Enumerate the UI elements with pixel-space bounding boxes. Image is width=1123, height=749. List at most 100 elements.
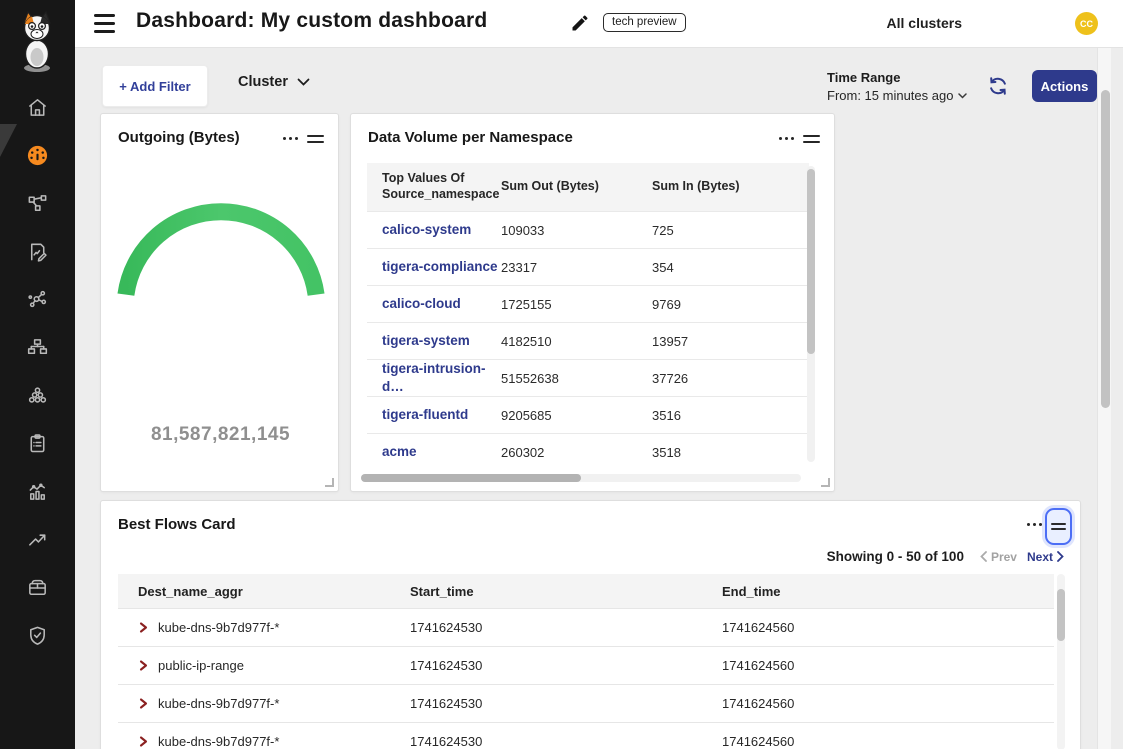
sum-in-value: 3516 xyxy=(652,408,809,423)
workloads-icon[interactable] xyxy=(0,383,75,407)
sum-out-value: 109033 xyxy=(501,223,652,238)
table-row: calico-cloud 1725155 9769 xyxy=(367,285,809,322)
dest-name: public-ip-range xyxy=(158,658,244,673)
table-row: kube-dns-9b7d977f-* 1741624530 174162456… xyxy=(118,722,1054,749)
table-row: tigera-compliance 23317 354 xyxy=(367,248,809,285)
gauge-arc xyxy=(101,114,340,414)
card-title: Data Volume per Namespace xyxy=(368,129,573,146)
dashboard-gauge-icon[interactable] xyxy=(0,143,75,167)
sum-in-value: 13957 xyxy=(652,334,809,349)
chevron-down-icon xyxy=(297,78,310,86)
edit-pencil-icon[interactable] xyxy=(570,13,590,33)
table-row: kube-dns-9b7d977f-* 1741624530 174162456… xyxy=(118,608,1054,646)
sidebar xyxy=(0,0,75,749)
dest-name: kube-dns-9b7d977f-* xyxy=(158,620,279,635)
data-volume-card: Data Volume per Namespace Top Values Of … xyxy=(350,113,835,492)
scrollbar-thumb[interactable] xyxy=(361,474,581,482)
card-title: Best Flows Card xyxy=(118,516,236,533)
outgoing-bytes-card: Outgoing (Bytes) 81,587,821,145 xyxy=(100,113,339,492)
avatar[interactable]: CC xyxy=(1075,12,1098,35)
compliance-clipboard-icon[interactable] xyxy=(0,431,75,455)
add-filter-button[interactable]: + Add Filter xyxy=(102,65,208,107)
page-scrollbar[interactable] xyxy=(1097,48,1111,749)
scrollbar-thumb[interactable] xyxy=(1057,589,1065,641)
topbar: Dashboard: My custom dashboard tech prev… xyxy=(75,0,1123,48)
start-time: 1741624530 xyxy=(410,658,722,673)
expand-chevron-icon[interactable] xyxy=(138,660,149,671)
calico-cat-logo[interactable] xyxy=(15,10,59,74)
table-row: public-ip-range 1741624530 1741624560 xyxy=(118,646,1054,684)
sum-out-value: 4182510 xyxy=(501,334,652,349)
namespace-link[interactable]: acme xyxy=(382,444,417,459)
table-row: tigera-intrusion-d… 51552638 37726 xyxy=(367,359,809,396)
sum-out-value: 23317 xyxy=(501,260,652,275)
dest-name: kube-dns-9b7d977f-* xyxy=(158,734,279,749)
resize-handle[interactable] xyxy=(325,478,334,487)
card-menu-icon[interactable] xyxy=(779,137,794,140)
resize-handle[interactable] xyxy=(821,478,830,487)
trending-icon[interactable] xyxy=(0,527,75,551)
prev-button[interactable]: Prev xyxy=(980,550,1017,564)
end-time: 1741624560 xyxy=(722,734,1054,749)
showing-count: Showing 0 - 50 of 100 xyxy=(827,549,964,564)
threat-graph-icon[interactable] xyxy=(0,287,75,311)
expand-chevron-icon[interactable] xyxy=(138,622,149,633)
chevron-left-icon xyxy=(980,551,987,562)
packages-icon[interactable] xyxy=(0,575,75,599)
namespace-link[interactable]: tigera-fluentd xyxy=(382,407,468,422)
home-icon[interactable] xyxy=(0,95,75,119)
table-header-row: Dest_name_aggr Start_time End_time xyxy=(118,574,1054,608)
sum-out-value: 51552638 xyxy=(501,371,652,386)
sum-in-value: 9769 xyxy=(652,297,809,312)
expand-chevron-icon[interactable] xyxy=(138,736,149,747)
table-row: kube-dns-9b7d977f-* 1741624530 174162456… xyxy=(118,684,1054,722)
start-time: 1741624530 xyxy=(410,620,722,635)
time-range-control[interactable]: Time Range From: 15 minutes ago xyxy=(827,70,967,103)
drag-handle-icon-focused[interactable] xyxy=(1045,508,1072,545)
column-header[interactable]: Sum Out (Bytes) xyxy=(501,179,652,195)
expand-chevron-icon[interactable] xyxy=(138,698,149,709)
namespace-link[interactable]: tigera-intrusion-d… xyxy=(382,361,486,394)
all-clusters-selector[interactable]: All clusters xyxy=(887,15,962,31)
table-vertical-scrollbar[interactable] xyxy=(807,166,815,462)
sum-in-value: 37726 xyxy=(652,371,809,386)
table-row: acme 260302 3518 xyxy=(367,433,809,470)
column-header[interactable]: Sum In (Bytes) xyxy=(652,179,809,195)
end-time: 1741624560 xyxy=(722,696,1054,711)
chevron-right-icon xyxy=(1057,551,1064,562)
scrollbar-thumb[interactable] xyxy=(1101,90,1110,408)
data-volume-table: Top Values Of Source_namespace Sum Out (… xyxy=(367,163,809,470)
time-range-label: Time Range xyxy=(827,70,967,85)
namespace-link[interactable]: tigera-system xyxy=(382,333,470,348)
table-horizontal-scrollbar[interactable] xyxy=(361,474,801,482)
column-header[interactable]: End_time xyxy=(722,584,1054,599)
column-header[interactable]: Dest_name_aggr xyxy=(118,584,410,599)
service-graph-icon[interactable] xyxy=(0,191,75,215)
chevron-down-icon xyxy=(958,93,967,99)
next-button[interactable]: Next xyxy=(1027,550,1064,564)
scrollbar-thumb[interactable] xyxy=(807,169,815,354)
hamburger-menu-icon[interactable] xyxy=(94,14,115,33)
sum-out-value: 260302 xyxy=(501,445,652,460)
card-menu-icon[interactable] xyxy=(1027,523,1042,526)
column-header[interactable]: Start_time xyxy=(410,584,722,599)
drag-handle-icon[interactable] xyxy=(803,135,820,143)
network-sets-icon[interactable] xyxy=(0,335,75,359)
namespace-link[interactable]: calico-system xyxy=(382,222,471,237)
dest-name: kube-dns-9b7d977f-* xyxy=(158,696,279,711)
logs-report-icon[interactable] xyxy=(0,239,75,263)
shield-check-icon[interactable] xyxy=(0,623,75,647)
namespace-link[interactable]: calico-cloud xyxy=(382,296,461,311)
namespace-link[interactable]: tigera-compliance xyxy=(382,259,498,274)
cluster-dropdown[interactable]: Cluster xyxy=(238,74,310,90)
actions-button[interactable]: Actions xyxy=(1032,70,1097,102)
table-row: calico-system 109033 725 xyxy=(367,211,809,248)
refresh-icon[interactable] xyxy=(987,75,1009,97)
statistics-icon[interactable] xyxy=(0,479,75,503)
pagination: Showing 0 - 50 of 100 Prev Next xyxy=(827,549,1064,564)
page-title: Dashboard: My custom dashboard xyxy=(136,9,487,33)
column-header[interactable]: Top Values Of Source_namespace xyxy=(367,171,501,202)
best-flows-card: Best Flows Card Showing 0 - 50 of 100 Pr… xyxy=(100,500,1081,749)
sum-in-value: 354 xyxy=(652,260,809,275)
table-vertical-scrollbar[interactable] xyxy=(1057,574,1065,749)
